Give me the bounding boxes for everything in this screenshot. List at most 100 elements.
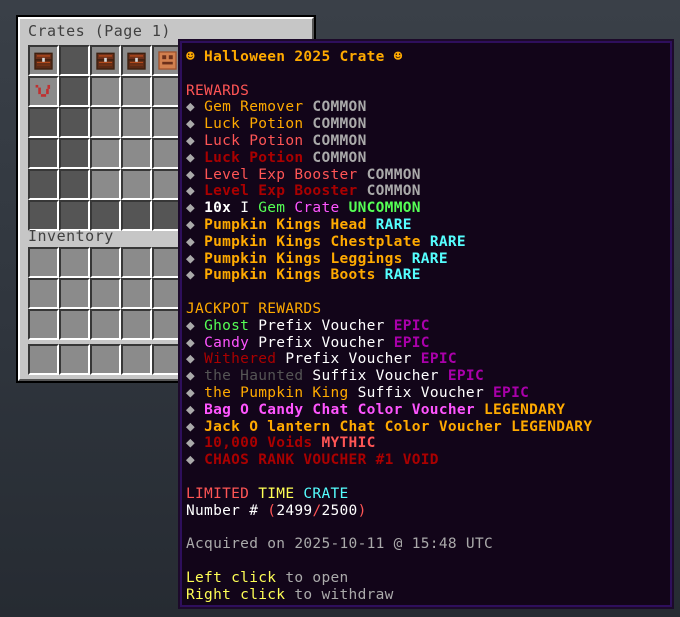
crate-slot[interactable] xyxy=(90,169,121,200)
inventory-slot[interactable] xyxy=(28,309,59,340)
crate-slot[interactable] xyxy=(28,107,59,138)
crate-slot[interactable] xyxy=(28,76,59,107)
tooltip-spacer xyxy=(186,553,666,570)
tooltip-text-segment: ◆ xyxy=(186,216,205,233)
tooltip-spacer xyxy=(186,519,666,536)
tooltip-line: ◆ Level Exp Booster COMMON xyxy=(186,183,666,200)
tooltip-line: ◆ Level Exp Booster COMMON xyxy=(186,167,666,184)
tooltip-line: ◆ Pumpkin Kings Head RARE xyxy=(186,217,666,234)
tooltip-text-segment: ◆ xyxy=(186,317,205,334)
crate-slot[interactable] xyxy=(90,138,121,169)
crate-slot[interactable] xyxy=(59,138,90,169)
crate-slot[interactable] xyxy=(121,45,152,76)
tooltip-text-segment: 2500 xyxy=(321,502,358,519)
tooltip-text-segment: to withdraw xyxy=(294,586,394,603)
tooltip-text-segment: RARE xyxy=(384,267,421,284)
tooltip-line: ◆ Luck Potion COMMON xyxy=(186,133,666,150)
tooltip-text-segment: I xyxy=(240,200,259,217)
tooltip-text-segment: Luck Potion xyxy=(204,149,313,166)
tooltip-text-segment: ◆ xyxy=(186,99,205,116)
tooltip-line: ◆ Luck Potion COMMON xyxy=(186,116,666,133)
inventory-slot[interactable] xyxy=(28,247,59,278)
tooltip-text-segment: ◆ xyxy=(186,418,205,435)
tooltip-text-segment: VOID xyxy=(402,452,439,469)
crate-slot[interactable] xyxy=(121,200,152,231)
tooltip-line: ◆ Withered Prefix Voucher EPIC xyxy=(186,351,666,368)
tooltip-text-segment: ☻ Halloween 2025 Crate ☻ xyxy=(186,49,403,65)
inventory-slot[interactable] xyxy=(121,309,152,340)
hotbar-slot[interactable] xyxy=(90,344,121,375)
crate-slot[interactable] xyxy=(90,76,121,107)
tooltip-text-segment: Jack O lantern Chat Color Voucher xyxy=(204,418,512,435)
tooltip-line: Number # (2499/2500) xyxy=(186,503,666,520)
crate-slot[interactable] xyxy=(121,76,152,107)
crate-slot[interactable] xyxy=(28,45,59,76)
tooltip-text-segment: Prefix Voucher xyxy=(258,334,394,351)
crate-slot[interactable] xyxy=(90,107,121,138)
tooltip-spacer xyxy=(186,284,666,301)
tooltip-text-segment: MYTHIC xyxy=(321,435,376,452)
tooltip-text-segment: RARE xyxy=(375,216,412,233)
tooltip-text-segment: EPIC xyxy=(447,368,484,385)
tooltip-text-segment: ◆ xyxy=(186,351,205,368)
tooltip-line: ◆ Ghost Prefix Voucher EPIC xyxy=(186,318,666,335)
tooltip-text-segment: Acquired on 2025-10-11 @ 15:48 UTC xyxy=(186,536,494,553)
tooltip-text-segment: Crate xyxy=(294,200,349,217)
tooltip-line: ◆ Luck Potion COMMON xyxy=(186,150,666,167)
crate-slot[interactable] xyxy=(121,138,152,169)
crate-slot[interactable] xyxy=(59,76,90,107)
tooltip-text-segment: COMMON xyxy=(312,132,367,149)
crate-slot[interactable] xyxy=(121,107,152,138)
tooltip-text-segment: Right click xyxy=(186,586,295,603)
tooltip-text-segment: Suffix Voucher xyxy=(312,368,448,385)
inventory-slot[interactable] xyxy=(59,278,90,309)
tooltip-text-segment: ◆ xyxy=(186,233,205,250)
inventory-slot[interactable] xyxy=(59,247,90,278)
crate-slot[interactable] xyxy=(59,169,90,200)
tooltip-text-segment: TIME xyxy=(258,485,304,502)
inventory-slot[interactable] xyxy=(121,247,152,278)
tooltip-text-segment: EPIC xyxy=(393,317,430,334)
tooltip-text-segment: ◆ xyxy=(186,267,205,284)
tooltip-line: ◆ Gem Remover COMMON xyxy=(186,99,666,116)
tooltip-text-segment: ( xyxy=(267,502,277,519)
tooltip-text-segment: ◆ xyxy=(186,132,205,149)
tooltip-text-segment: ) xyxy=(357,502,367,519)
crate-slot[interactable] xyxy=(28,138,59,169)
tooltip-text-segment: Luck Potion xyxy=(204,132,313,149)
inventory-slot[interactable] xyxy=(90,247,121,278)
inventory-slot[interactable] xyxy=(90,278,121,309)
hotbar-slot[interactable] xyxy=(28,344,59,375)
tooltip-line: JACKPOT REWARDS xyxy=(186,301,666,318)
crate-slot[interactable] xyxy=(28,169,59,200)
tooltip-text-segment: Withered xyxy=(204,351,286,368)
tooltip-text-segment: Level Exp Booster xyxy=(204,183,367,200)
tooltip-text-segment: Gem xyxy=(258,200,295,217)
inventory-slot[interactable] xyxy=(28,278,59,309)
tooltip-text-segment: ◆ xyxy=(186,200,205,217)
crate-slot[interactable] xyxy=(121,169,152,200)
tooltip-text-segment: the Haunted xyxy=(204,368,313,385)
tooltip-text-segment: COMMON xyxy=(312,116,367,133)
tooltip-text-segment: COMMON xyxy=(312,99,367,116)
crate-slot[interactable] xyxy=(59,45,90,76)
tooltip-line: ◆ 10,000 Voids MYTHIC xyxy=(186,435,666,452)
tooltip-text-segment: Number # xyxy=(186,502,268,519)
tooltip-line: ☻ Halloween 2025 Crate ☻ xyxy=(186,49,666,66)
hotbar-slot[interactable] xyxy=(59,344,90,375)
tooltip-text-segment: ◆ xyxy=(186,250,205,267)
tooltip-line: Right click to withdraw xyxy=(186,587,666,604)
inventory-slot[interactable] xyxy=(59,309,90,340)
hotbar-slot[interactable] xyxy=(121,344,152,375)
tooltip-text-segment: RARE xyxy=(411,250,448,267)
inventory-slot[interactable] xyxy=(90,309,121,340)
inventory-slot[interactable] xyxy=(121,278,152,309)
crate-chest-icon xyxy=(96,52,115,70)
lead-hook-icon xyxy=(35,84,51,97)
tooltip-text-segment: LEGENDARY xyxy=(511,418,593,435)
tooltip-text-segment: ◆ xyxy=(186,368,205,385)
tooltip-spacer xyxy=(186,469,666,486)
crate-slot[interactable] xyxy=(90,45,121,76)
crate-slot[interactable] xyxy=(59,107,90,138)
tooltip-text-segment: ◆ xyxy=(186,435,205,452)
